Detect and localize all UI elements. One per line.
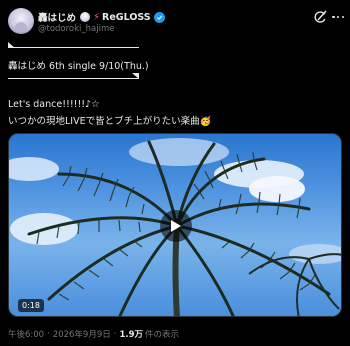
view-count: 1.9万 xyxy=(119,330,144,340)
video-player[interactable]: 0:18 xyxy=(8,133,342,317)
decorative-rule-top xyxy=(8,47,139,48)
video-duration: 0:18 xyxy=(18,299,44,312)
more-icon[interactable] xyxy=(332,11,344,23)
lightning-icon: ⚡ xyxy=(93,11,101,23)
author-avatar[interactable] xyxy=(8,8,34,34)
grok-icon[interactable] xyxy=(313,10,327,24)
post-meta: 午後6:00 · 2026年9月9日 · 1.9万 件の表示 xyxy=(8,328,179,340)
play-icon xyxy=(171,220,181,232)
meta-separator: · xyxy=(47,329,50,339)
author-org-name[interactable]: ReGLOSS xyxy=(102,12,151,23)
character-emoji-icon xyxy=(80,12,91,22)
post-text-line-1: Let's dance!!!!!!♪☆ xyxy=(8,99,100,110)
play-button[interactable] xyxy=(160,210,192,242)
view-count-label: 件の表示 xyxy=(145,330,180,340)
post-text-line-2: いつかの現地LIVEで皆とブチ上がりたい楽曲🥳 xyxy=(8,116,212,127)
decorative-corner-bottom xyxy=(132,73,139,79)
author-header: 轟はじめ ⚡ ReGLOSS xyxy=(38,10,165,24)
author-handle[interactable]: @todoroki_hajime xyxy=(38,24,115,34)
post-title: 轟はじめ 6th single 9/10(Thu.) xyxy=(8,61,149,72)
verified-badge-icon[interactable] xyxy=(153,11,165,23)
meta-separator: · xyxy=(113,329,117,339)
decorative-corner-top xyxy=(8,42,15,48)
post-time[interactable]: 午後6:00 xyxy=(8,328,44,340)
author-display-name[interactable]: 轟はじめ xyxy=(38,10,76,24)
decorative-rule-bottom xyxy=(8,78,139,79)
post-date[interactable]: 2026年9月9日 xyxy=(53,328,111,340)
